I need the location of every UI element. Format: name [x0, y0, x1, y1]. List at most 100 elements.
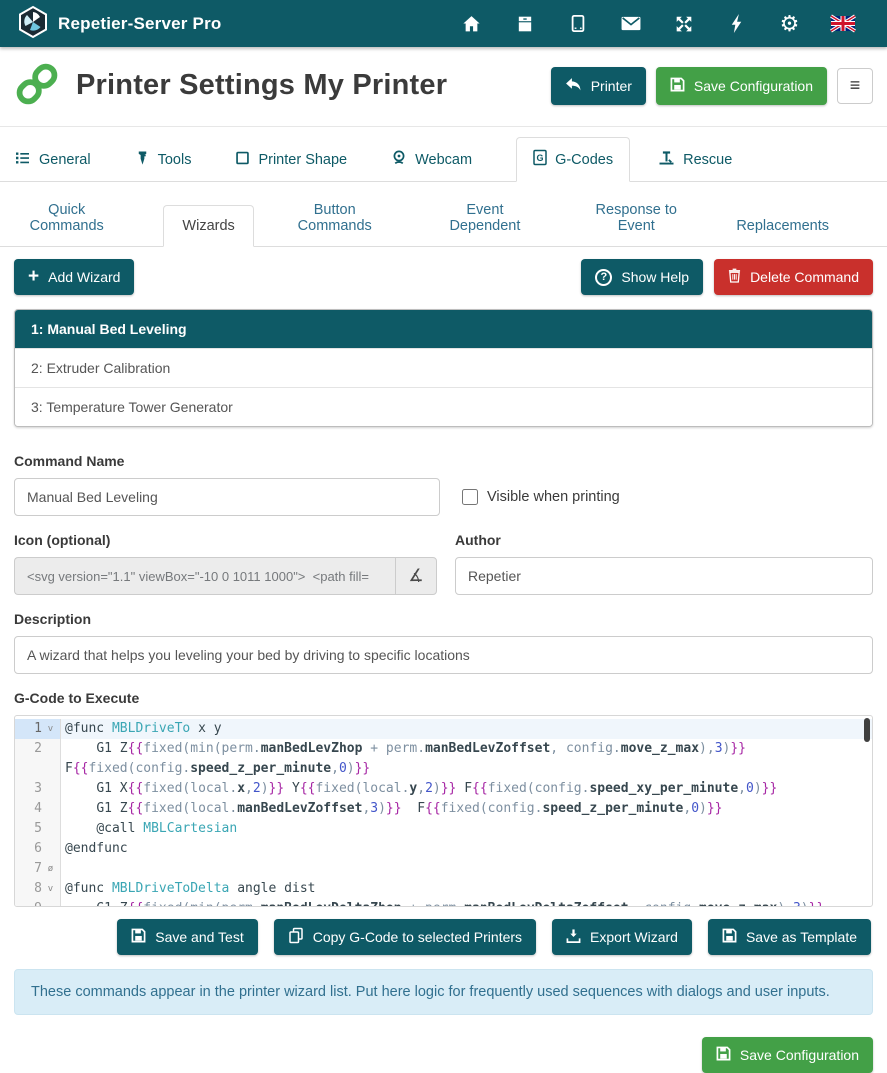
code-line-6[interactable]: 6@endfunc [15, 839, 872, 859]
code-line-4[interactable]: 4 G1 Z{{fixed(local.manBedLevZoffset,3)}… [15, 799, 872, 819]
list-icon [14, 150, 31, 170]
info-text: These commands appear in the printer wiz… [31, 984, 830, 1000]
tab-printer-shape[interactable]: Printer Shape [235, 139, 347, 181]
navbar-menu: ⚙ [445, 0, 869, 47]
tab-general[interactable]: General [14, 139, 91, 181]
code-content: G1 Z{{fixed(min(perm.manBedLevDeltaZhop … [61, 899, 872, 907]
save-configuration-button-top[interactable]: Save Configuration [656, 67, 827, 105]
question-icon: ? [595, 269, 612, 286]
settings-gear-icon[interactable]: ⚙ [763, 0, 816, 47]
code-line-3[interactable]: 3 G1 X{{fixed(local.x,2)}} Y{{fixed(loca… [15, 779, 872, 799]
wizard-item-temperature-tower[interactable]: 3: Temperature Tower Generator [15, 387, 872, 426]
reply-arrow-icon [565, 77, 582, 95]
rescue-icon [658, 150, 675, 170]
code-content: @func MBLDriveToDelta angle dist [61, 879, 872, 899]
save-and-test-button[interactable]: Save and Test [117, 919, 257, 955]
power-icon[interactable] [710, 0, 763, 47]
code-line-2[interactable]: 2 G1 Z{{fixed(min(perm.manBedLevZhop + p… [15, 739, 872, 779]
subtab-event-dependent[interactable]: Event Dependent [434, 190, 537, 246]
angle-icon: ∡ [408, 566, 423, 586]
expand-icon[interactable] [657, 0, 710, 47]
save-icon [670, 77, 685, 95]
printer-icon[interactable] [498, 0, 551, 47]
tab-webcam[interactable]: Webcam [391, 138, 472, 181]
code-line-5[interactable]: 5 @call MBLCartesian [15, 819, 872, 839]
home-icon[interactable] [445, 0, 498, 47]
download-icon [566, 928, 581, 947]
wizard-item-manual-bed-leveling[interactable]: 1: Manual Bed Leveling [15, 310, 872, 348]
icon-label: Icon (optional) [14, 532, 437, 548]
show-help-button[interactable]: ? Show Help [581, 259, 703, 295]
svg-text:G: G [537, 153, 544, 163]
messages-icon[interactable] [604, 0, 657, 47]
square-outline-icon [235, 150, 250, 170]
save-as-template-button[interactable]: Save as Template [708, 919, 871, 955]
code-line-1[interactable]: 1v@func MBLDriveTo x y [15, 719, 872, 739]
app-logo-icon [18, 6, 48, 41]
description-input[interactable] [14, 636, 873, 674]
visible-when-printing-row: Visible when printing [462, 478, 873, 516]
fold-arrow-icon: v [45, 719, 56, 739]
tab-tools[interactable]: Tools [135, 139, 192, 181]
save-configuration-button-bottom[interactable]: Save Configuration [702, 1037, 873, 1073]
visible-when-printing-checkbox[interactable] [462, 489, 478, 505]
gcode-editor[interactable]: 1v@func MBLDriveTo x y2 G1 Z{{fixed(min(… [14, 715, 873, 907]
fold-arrow-icon: v [45, 879, 56, 899]
add-wizard-button[interactable]: + Add Wizard [14, 259, 134, 295]
delete-command-button[interactable]: Delete Command [714, 259, 873, 295]
page-title: Printer Settings My Printer [76, 69, 447, 102]
description-label: Description [14, 611, 873, 627]
code-line-8[interactable]: 8v@func MBLDriveToDelta angle dist [15, 879, 872, 899]
line-gutter: 5 [15, 819, 61, 839]
subtab-wizards[interactable]: Wizards [163, 205, 253, 247]
line-gutter: 8v [15, 879, 61, 899]
trash-icon [728, 268, 741, 286]
plus-icon: + [28, 267, 39, 286]
language-flag-icon[interactable] [816, 0, 869, 47]
hamburger-icon: ≡ [850, 75, 861, 96]
subtab-button-commands[interactable]: Button Commands [280, 190, 390, 246]
code-content: @func MBLDriveTo x y [61, 719, 872, 739]
tool-pin-icon [135, 150, 150, 170]
author-label: Author [455, 532, 873, 548]
editor-scrollbar[interactable] [864, 718, 870, 742]
save-icon [131, 928, 146, 946]
subtab-quick-commands[interactable]: Quick Commands [14, 190, 119, 246]
printer-back-button[interactable]: Printer [551, 67, 646, 105]
code-line-9[interactable]: 9 G1 Z{{fixed(min(perm.manBedLevDeltaZho… [15, 899, 872, 907]
visible-when-printing-label: Visible when printing [487, 489, 620, 505]
line-gutter: 2 [15, 739, 61, 779]
brand[interactable]: Repetier-Server Pro [18, 6, 221, 41]
tab-g-codes[interactable]: G G-Codes [516, 137, 630, 182]
copy-gcode-button[interactable]: Copy G-Code to selected Printers [274, 919, 536, 955]
webcam-icon [391, 149, 407, 170]
gcode-file-icon: G [533, 149, 547, 170]
code-content: @call MBLCartesian [61, 819, 872, 839]
tablet-icon[interactable] [551, 0, 604, 47]
page-header: Printer Settings My Printer Printer Save… [0, 47, 887, 127]
line-gutter: 6 [15, 839, 61, 859]
save-icon [722, 928, 737, 946]
code-content [61, 859, 872, 879]
hamburger-menu-button[interactable]: ≡ [837, 68, 873, 104]
line-gutter: 7ø [15, 859, 61, 879]
command-name-input[interactable] [14, 478, 440, 516]
tab-rescue[interactable]: Rescue [658, 139, 732, 181]
line-gutter: 3 [15, 779, 61, 799]
line-gutter: 1v [15, 719, 61, 739]
line-gutter: 9 [15, 899, 61, 907]
subtab-response-to-event[interactable]: Response to Event [580, 190, 692, 246]
author-input[interactable] [455, 557, 873, 595]
export-wizard-button[interactable]: Export Wizard [552, 919, 692, 955]
code-content: @endfunc [61, 839, 872, 859]
info-box: These commands appear in the printer wiz… [14, 969, 873, 1015]
icon-preview-button[interactable]: ∡ [395, 557, 437, 595]
footer: Save Configuration [0, 1015, 887, 1073]
gcode-label: G-Code to Execute [14, 690, 873, 706]
subtab-replacements[interactable]: Replacements [736, 206, 829, 246]
wizard-item-extruder-calibration[interactable]: 2: Extruder Calibration [15, 348, 872, 387]
top-navbar: Repetier-Server Pro [0, 0, 887, 47]
code-content: G1 Z{{fixed(local.manBedLevZoffset,3)}} … [61, 799, 872, 819]
bottom-actions: Save and Test Copy G-Code to selected Pr… [0, 907, 887, 959]
code-line-7[interactable]: 7ø [15, 859, 872, 879]
